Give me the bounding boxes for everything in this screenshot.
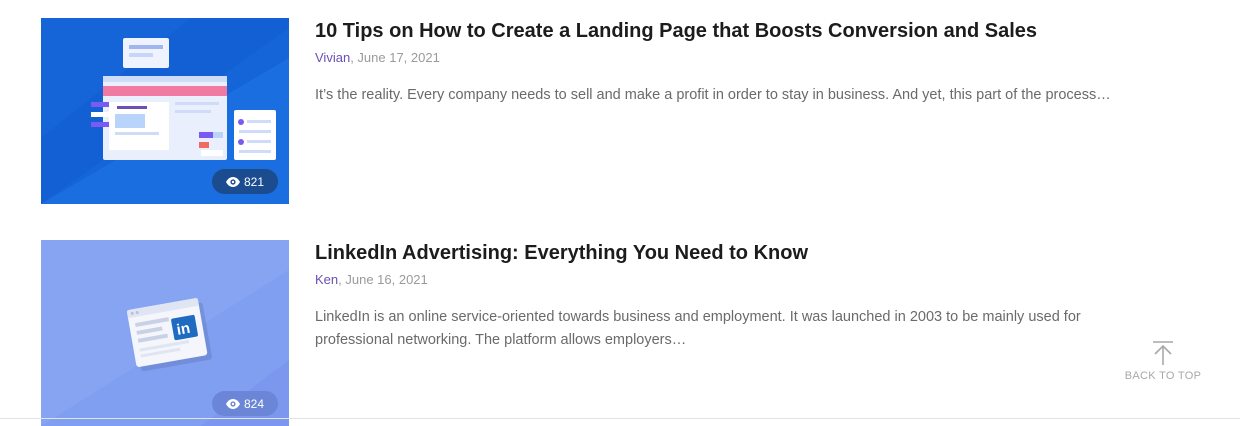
post-meta: Ken, June 16, 2021 xyxy=(315,271,1115,289)
arrow-up-icon xyxy=(1153,341,1173,365)
view-count: 821 xyxy=(243,174,265,189)
post-title-link[interactable]: LinkedIn Advertising: Everything You Nee… xyxy=(315,240,1115,266)
post-thumbnail[interactable]: in 824 xyxy=(41,240,289,426)
post-title-link[interactable]: 10 Tips on How to Create a Landing Page … xyxy=(315,18,1115,44)
eye-icon xyxy=(225,176,240,187)
post-body: 10 Tips on How to Create a Landing Page … xyxy=(315,18,1115,204)
author-link[interactable]: Ken xyxy=(315,272,338,287)
author-link[interactable]: Vivian xyxy=(315,50,350,65)
post-date: , June 17, 2021 xyxy=(350,50,440,65)
back-to-top-button[interactable]: BACK TO TOP xyxy=(1118,340,1208,382)
view-count-badge: 824 xyxy=(212,391,278,416)
post-date: , June 16, 2021 xyxy=(338,272,428,287)
post-excerpt: LinkedIn is an online service-oriented t… xyxy=(315,309,1081,348)
blog-post-list: 821 10 Tips on How to Create a Landing P… xyxy=(0,0,1240,426)
post-thumbnail[interactable]: 821 xyxy=(41,18,289,204)
post-excerpt: It’s the reality. Every company needs to… xyxy=(315,87,1111,103)
post-card: 821 10 Tips on How to Create a Landing P… xyxy=(41,18,1121,204)
divider xyxy=(0,418,1240,419)
post-body: LinkedIn Advertising: Everything You Nee… xyxy=(315,240,1115,426)
post-card: in 824 LinkedIn Advertising: Everything … xyxy=(41,240,1121,426)
view-count: 824 xyxy=(243,396,265,411)
view-count-badge: 821 xyxy=(212,169,278,194)
post-meta: Vivian, June 17, 2021 xyxy=(315,49,1115,67)
back-to-top-label: BACK TO TOP xyxy=(1124,370,1202,382)
eye-icon xyxy=(225,398,240,409)
